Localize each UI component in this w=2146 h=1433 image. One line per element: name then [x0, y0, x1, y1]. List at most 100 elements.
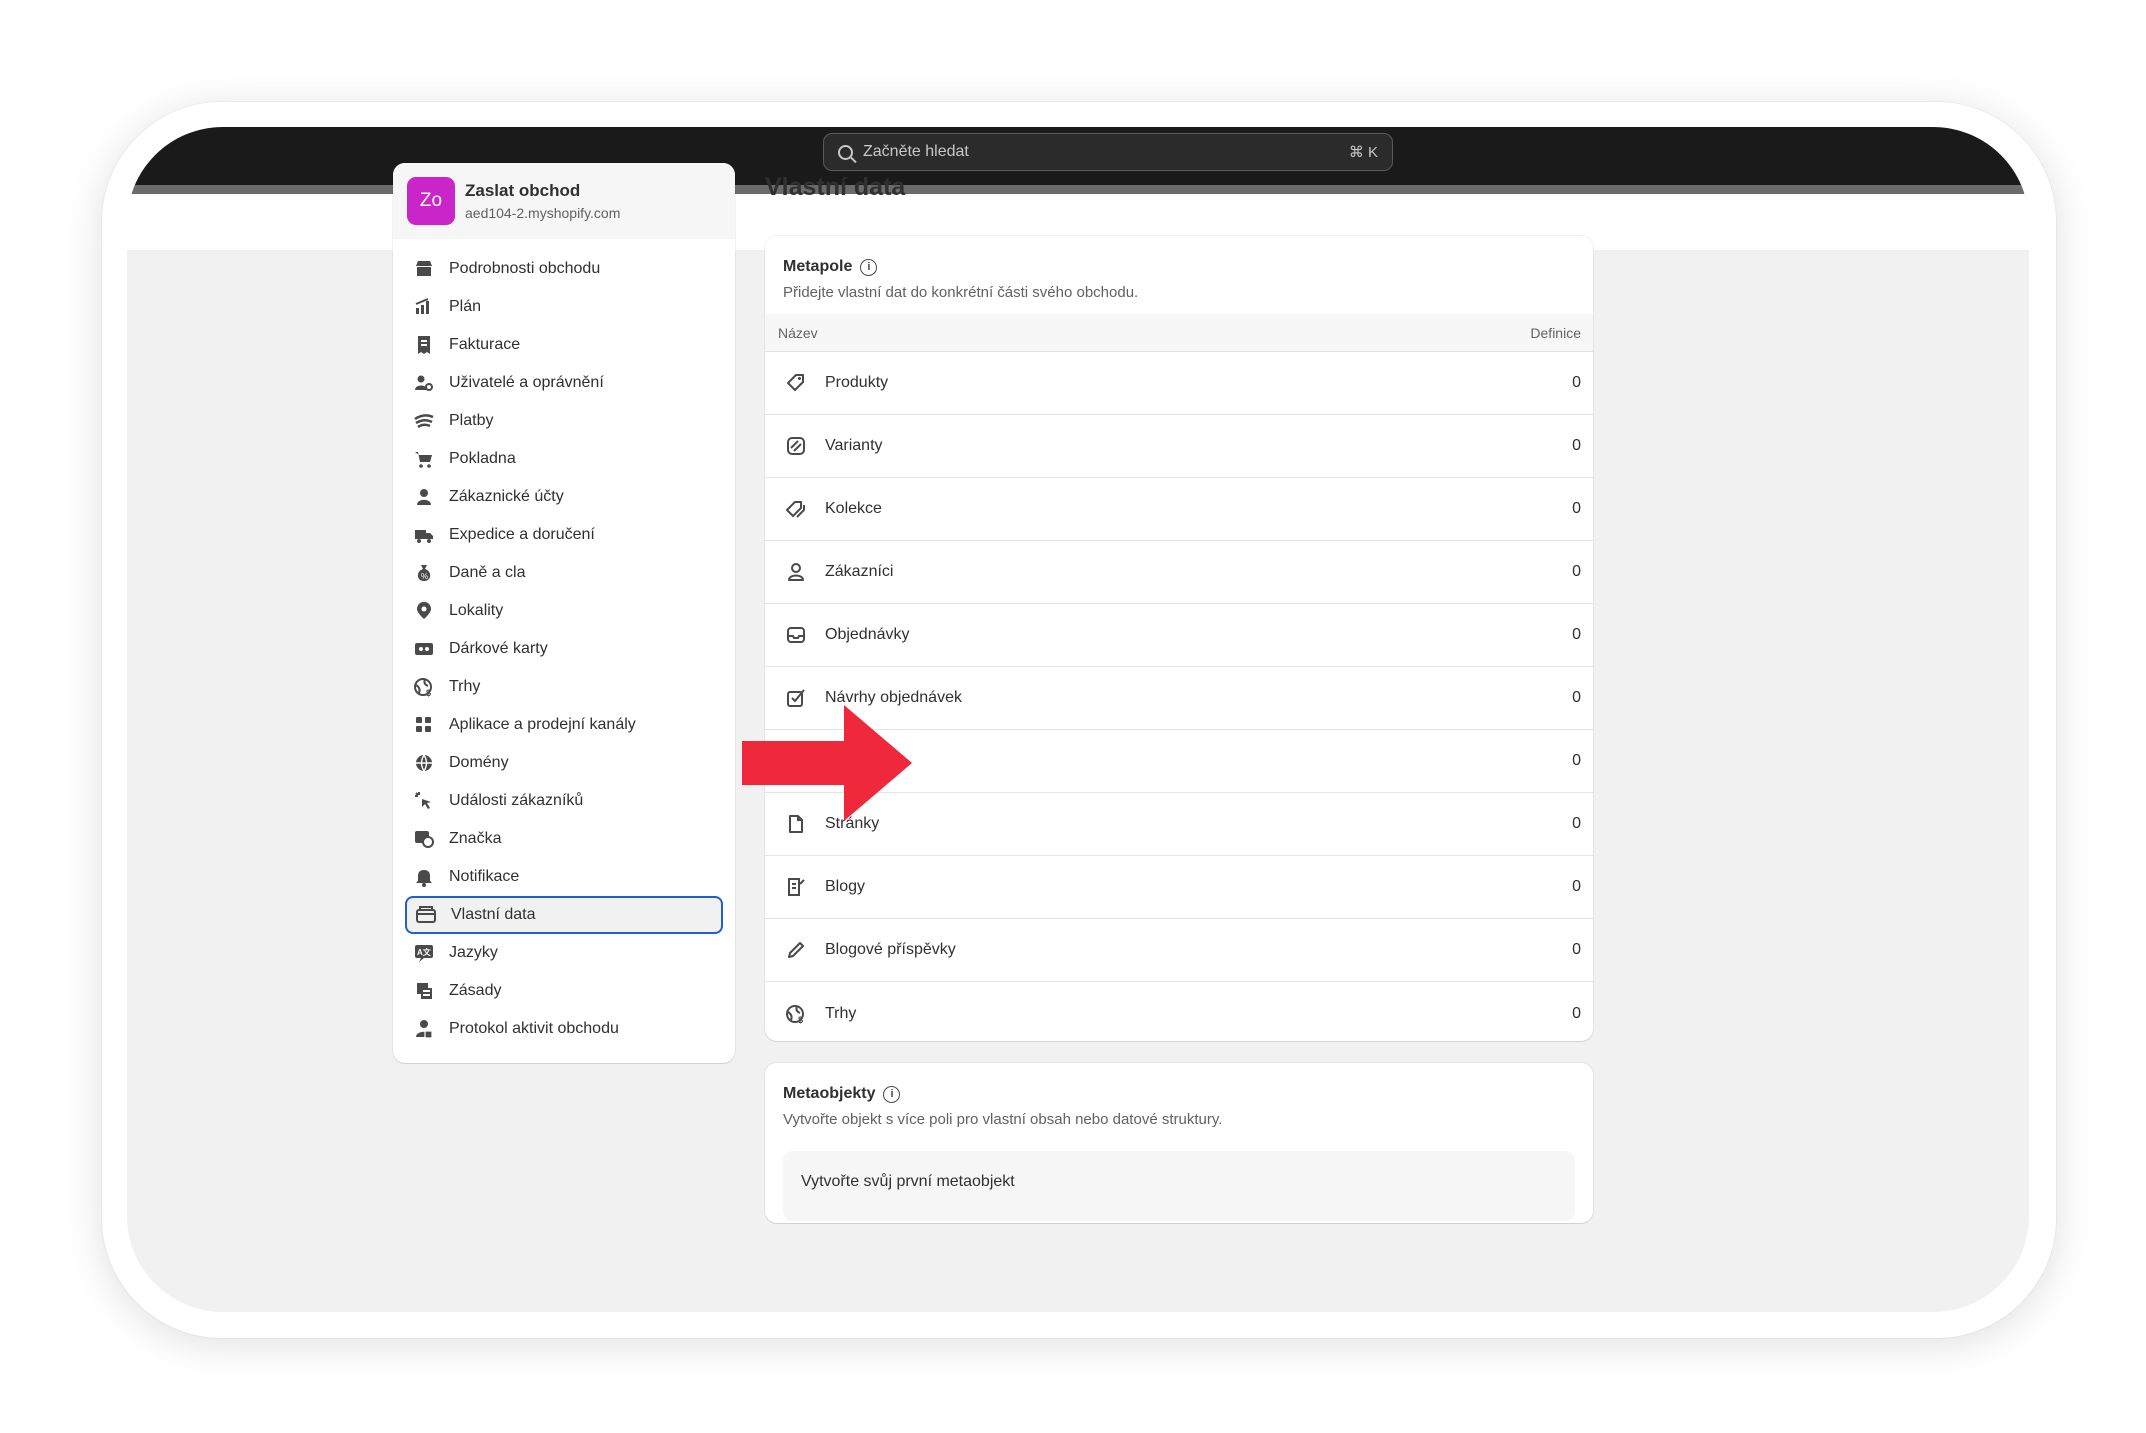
table-row[interactable]: Zákazníci 0	[765, 541, 1593, 604]
avatar: Zo	[407, 177, 455, 225]
row-label: Produkty	[825, 374, 889, 391]
sidebar-item-label: Daně a cla	[449, 564, 526, 581]
row-definition-count: 0	[1572, 878, 1581, 895]
settings-sidebar: Zo Zaslat obchod aed104-2.myshopify.com …	[393, 163, 735, 1063]
sidebar-item-4[interactable]: Uživatelé a oprávnění	[405, 364, 723, 402]
row-definition-count: 0	[1572, 626, 1581, 643]
truck-icon	[413, 524, 435, 546]
sidebar-item-label: Fakturace	[449, 336, 521, 353]
sidebar-item-label: Platby	[449, 412, 494, 429]
sidebar-item-1[interactable]: Podrobnosti obchodu	[405, 250, 723, 288]
row-label: Blogy	[825, 878, 866, 895]
plan-icon	[413, 296, 435, 318]
pen-icon	[785, 939, 807, 961]
sidebar-item-7[interactable]: Zákaznické účty	[405, 478, 723, 516]
table-row[interactable]: Blogové příspěvky 0	[765, 919, 1593, 982]
store-header[interactable]: Zo Zaslat obchod aed104-2.myshopify.com	[393, 163, 735, 239]
sidebar-item-label: Vlastní data	[451, 906, 536, 923]
sidebar-item-label: Události zákazníků	[449, 792, 584, 809]
sidebar-item-15[interactable]: Události zákazníků	[405, 782, 723, 820]
metaobjects-card: Metaobjekty i Vytvořte objekt s více pol…	[765, 1063, 1593, 1223]
row-definition-count: 0	[1572, 437, 1581, 454]
blog-icon	[785, 876, 807, 898]
sidebar-item-9[interactable]: % Daně a cla	[405, 554, 723, 592]
brand-icon	[413, 828, 435, 850]
cart-icon	[413, 448, 435, 470]
customer-icon	[785, 561, 807, 583]
row-definition-count: 0	[1572, 1004, 1581, 1022]
table-row[interactable]: $ Trhy 0	[765, 982, 1593, 1041]
sidebar-item-18[interactable]: Vlastní data	[405, 896, 723, 934]
row-label: Kolekce	[825, 500, 882, 517]
settings-nav: Podrobnosti obchodu Plán Fakturace Uživatel…	[393, 239, 735, 1048]
metafields-table: Produkty 0 Varianty 0 Kolekce 0 Zákazníci 0 Obje…	[765, 352, 1593, 1041]
table-row[interactable]: Kolekce 0	[765, 478, 1593, 541]
sidebar-item-3[interactable]: Fakturace	[405, 326, 723, 364]
sidebar-item-label: Zákaznické účty	[449, 488, 564, 505]
sidebar-item-12[interactable]: $ Trhy	[405, 668, 723, 706]
sidebar-item-10[interactable]: Lokality	[405, 592, 723, 630]
svg-text:$: $	[798, 1015, 803, 1025]
gift-card-icon	[413, 638, 435, 660]
info-icon[interactable]: i	[883, 1085, 901, 1103]
sidebar-item-label: Jazyky	[449, 944, 498, 961]
metaobjects-empty-state[interactable]: Vytvořte svůj první metaobjekt	[783, 1151, 1575, 1221]
receipt-icon	[413, 334, 435, 356]
row-label: Návrhy objednávek	[825, 689, 962, 706]
tax-bag-icon: %	[413, 562, 435, 584]
row-label: Stránky	[825, 815, 880, 832]
metafields-subtitle: Přidejte vlastní dat do konkrétní části …	[783, 284, 1139, 301]
person-icon	[413, 486, 435, 508]
bell-icon	[413, 866, 435, 888]
row-label: Trhy	[825, 1004, 857, 1022]
variant-tag-icon	[785, 435, 807, 457]
row-definition-count: 0	[1572, 941, 1581, 958]
sidebar-item-8[interactable]: Expedice a doručení	[405, 516, 723, 554]
table-row[interactable]: Blogy 0	[765, 856, 1593, 919]
sidebar-item-label: Lokality	[449, 602, 504, 619]
row-definition-count: 0	[1572, 689, 1581, 706]
sidebar-item-19[interactable]: A文 Jazyky	[405, 934, 723, 972]
sidebar-item-21[interactable]: Protokol aktivit obchodu	[405, 1010, 723, 1048]
metaobjects-subtitle: Vytvořte objekt s více poli pro vlastní …	[783, 1111, 1223, 1128]
table-row[interactable]: Objednávky 0	[765, 604, 1593, 667]
sidebar-item-6[interactable]: Pokladna	[405, 440, 723, 478]
sidebar-item-label: Zásady	[449, 982, 502, 999]
row-definition-count: 0	[1572, 563, 1581, 580]
domain-globe-icon	[413, 752, 435, 774]
sidebar-item-20[interactable]: Zásady	[405, 972, 723, 1010]
sidebar-item-2[interactable]: Plán	[405, 288, 723, 326]
store-name: Zaslat obchod	[465, 181, 581, 200]
table-row[interactable]: Produkty 0	[765, 352, 1593, 415]
apps-icon	[413, 714, 435, 736]
row-label: Objednávky	[825, 626, 910, 643]
search-icon	[838, 144, 853, 160]
row-definition-count: 0	[1572, 374, 1581, 391]
sidebar-item-17[interactable]: Notifikace	[405, 858, 723, 896]
info-icon[interactable]: i	[860, 258, 878, 276]
svg-text:%: %	[421, 572, 428, 581]
sidebar-item-label: Dárkové karty	[449, 640, 548, 657]
row-definition-count: 0	[1572, 752, 1581, 769]
table-row[interactable]: Varianty 0	[765, 415, 1593, 478]
metaobjects-title: Metaobjekty	[783, 1085, 876, 1102]
column-header-definitions: Definice	[1530, 324, 1581, 341]
sidebar-item-label: Protokol aktivit obchodu	[449, 1020, 619, 1037]
sidebar-item-11[interactable]: Dárkové karty	[405, 630, 723, 668]
market-globe-icon: $	[785, 1003, 807, 1025]
sidebar-item-label: Aplikace a prodejní kanály	[449, 716, 636, 733]
row-label: Lokality	[825, 752, 1572, 770]
search-input[interactable]: Začněte hledat ⌘ K	[823, 133, 1393, 171]
sidebar-item-13[interactable]: Aplikace a prodejní kanály	[405, 706, 723, 744]
row-definition-count: 0	[1572, 815, 1581, 832]
sidebar-item-label: Uživatelé a oprávnění	[449, 374, 604, 391]
cursor-click-icon	[413, 790, 435, 812]
activity-log-icon	[413, 1018, 435, 1040]
users-icon	[413, 372, 435, 394]
sidebar-item-5[interactable]: Platby	[405, 402, 723, 440]
sidebar-item-16[interactable]: Značka	[405, 820, 723, 858]
svg-text:$: $	[426, 688, 431, 698]
sidebar-item-14[interactable]: Domény	[405, 744, 723, 782]
inbox-icon	[785, 624, 807, 646]
sidebar-item-label: Domény	[449, 754, 509, 771]
